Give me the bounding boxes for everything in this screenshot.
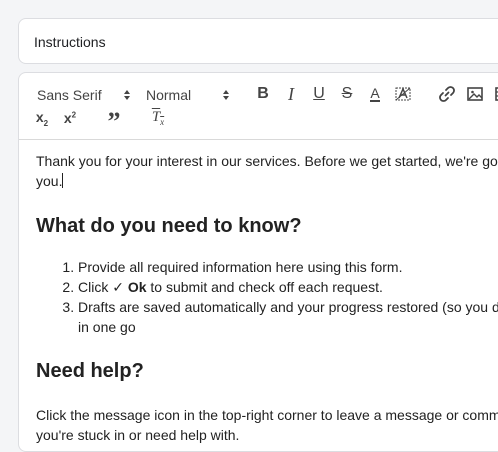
video-icon	[495, 87, 498, 101]
heading-need-help: Need help?	[36, 360, 144, 382]
editor-content[interactable]: Thank you for your interest in our servi…	[36, 151, 498, 445]
background-color-button[interactable]	[393, 84, 413, 104]
rich-text-editor[interactable]: Sans Serif Normal B I U S A x2 x2 ” Tx T…	[18, 72, 498, 452]
link-icon	[439, 86, 455, 102]
subscript-icon: x2	[35, 108, 49, 128]
title-field-value: Instructions	[34, 34, 106, 50]
text-color-button[interactable]: A	[365, 84, 385, 104]
clean-format-button[interactable]: Tx	[148, 108, 168, 128]
bold-button[interactable]: B	[253, 84, 273, 104]
help-line: you're stuck in or need help with.	[36, 427, 240, 443]
intro-line: Thank you for your interest in our servi…	[36, 153, 498, 169]
help-line: Click the message icon in the top-right …	[36, 407, 498, 423]
text-caret	[62, 173, 64, 188]
superscript-button[interactable]: x2	[60, 108, 80, 128]
subscript-button[interactable]: x2	[32, 108, 52, 128]
strike-icon: S	[341, 85, 353, 102]
image-button[interactable]	[465, 84, 485, 104]
list-item: Provide all required information here us…	[78, 257, 498, 277]
text-color-icon: A	[370, 85, 380, 102]
chevron-updown-icon	[223, 90, 229, 100]
video-button[interactable]	[493, 84, 498, 104]
underline-icon: U	[313, 85, 325, 102]
link-button[interactable]	[437, 84, 457, 104]
clean-format-icon: Tx	[151, 109, 165, 127]
font-size-label: Normal	[146, 87, 192, 103]
background-color-icon	[395, 87, 411, 101]
help-paragraph: Click the message icon in the top-right …	[36, 405, 498, 445]
title-field[interactable]: Instructions	[18, 18, 498, 64]
blockquote-icon: ”	[107, 107, 121, 136]
chevron-updown-icon	[124, 90, 130, 100]
intro-paragraph: Thank you for your interest in our servi…	[36, 151, 498, 191]
superscript-icon: x2	[63, 110, 77, 126]
list-item: Click ✓ Ok to submit and check off each …	[78, 277, 498, 297]
ok-label: ✓ Ok	[112, 279, 147, 295]
list-item: Drafts are saved automatically and your …	[78, 297, 498, 337]
font-family-label: Sans Serif	[37, 87, 102, 103]
image-icon	[467, 87, 483, 101]
bold-icon: B	[257, 85, 269, 102]
strike-button[interactable]: S	[337, 84, 357, 104]
font-size-picker[interactable]: Normal	[146, 86, 230, 104]
blockquote-button[interactable]: ”	[104, 108, 124, 135]
italic-icon: I	[288, 83, 294, 104]
heading-what-to-know: What do you need to know?	[36, 215, 302, 237]
underline-button[interactable]: U	[309, 84, 329, 104]
instructions-list: Provide all required information here us…	[36, 257, 498, 337]
italic-button[interactable]: I	[281, 84, 301, 104]
editor-toolbar: Sans Serif Normal B I U S A x2 x2 ” Tx	[19, 73, 498, 140]
intro-line: you.	[36, 173, 63, 189]
font-family-picker[interactable]: Sans Serif	[37, 86, 131, 104]
